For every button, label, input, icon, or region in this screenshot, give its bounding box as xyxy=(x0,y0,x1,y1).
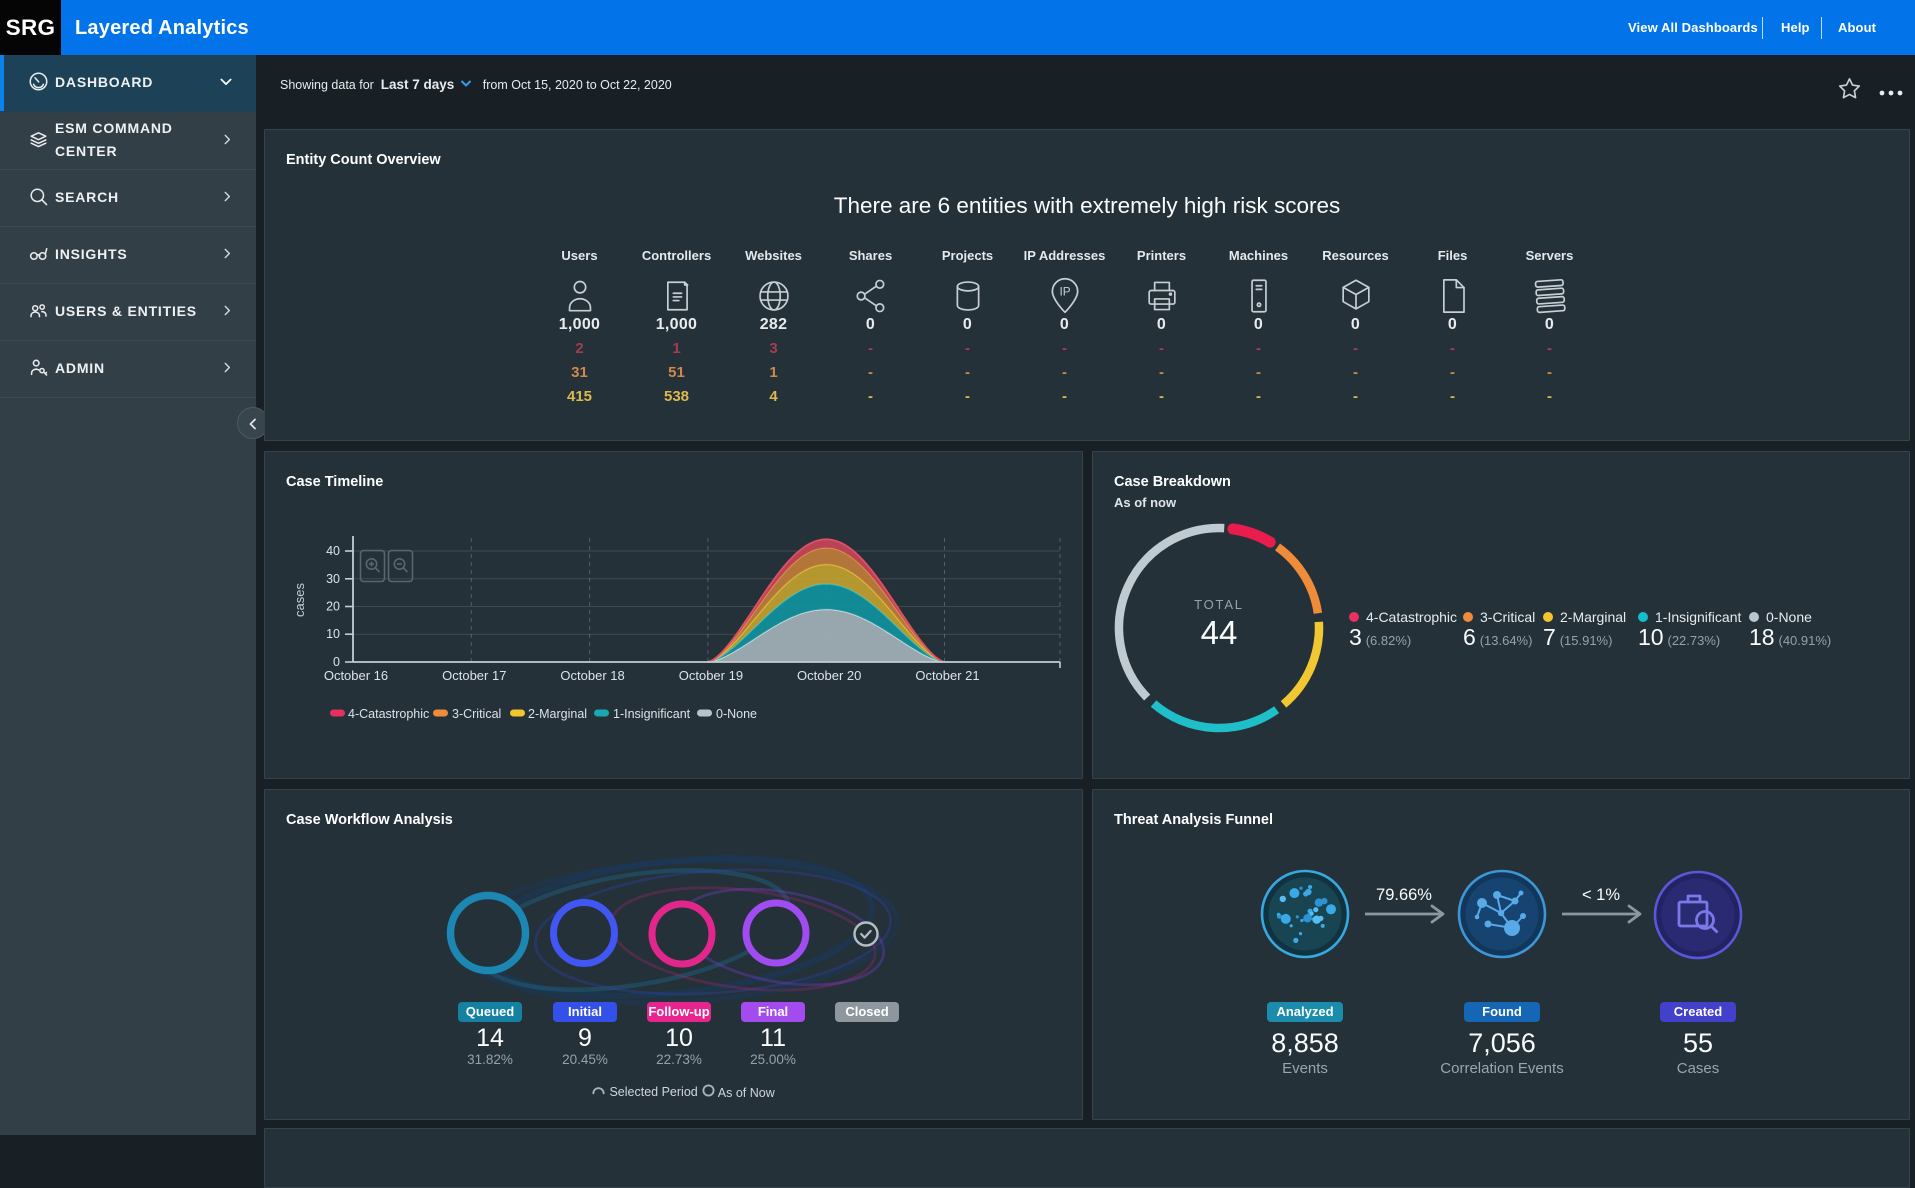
svg-text:October 21: October 21 xyxy=(915,668,979,683)
svg-text:30: 30 xyxy=(326,572,340,586)
svg-text:October 19: October 19 xyxy=(679,668,743,683)
svg-text:cases: cases xyxy=(292,583,307,617)
svg-text:10: 10 xyxy=(326,627,340,641)
svg-text:IP: IP xyxy=(1059,286,1070,299)
svg-text:3-Critical: 3-Critical xyxy=(452,707,501,721)
svg-text:40: 40 xyxy=(326,544,340,558)
svg-text:October 18: October 18 xyxy=(560,668,624,683)
svg-text:1-Insignificant: 1-Insignificant xyxy=(613,707,691,721)
svg-text:October 20: October 20 xyxy=(797,668,861,683)
svg-text:2-Marginal: 2-Marginal xyxy=(528,707,587,721)
svg-text:0-None: 0-None xyxy=(716,707,757,721)
svg-text:0: 0 xyxy=(333,655,340,669)
svg-text:20: 20 xyxy=(326,600,340,614)
svg-text:October 16: October 16 xyxy=(324,668,388,683)
svg-text:October 17: October 17 xyxy=(442,668,506,683)
svg-text:4-Catastrophic: 4-Catastrophic xyxy=(348,707,429,721)
